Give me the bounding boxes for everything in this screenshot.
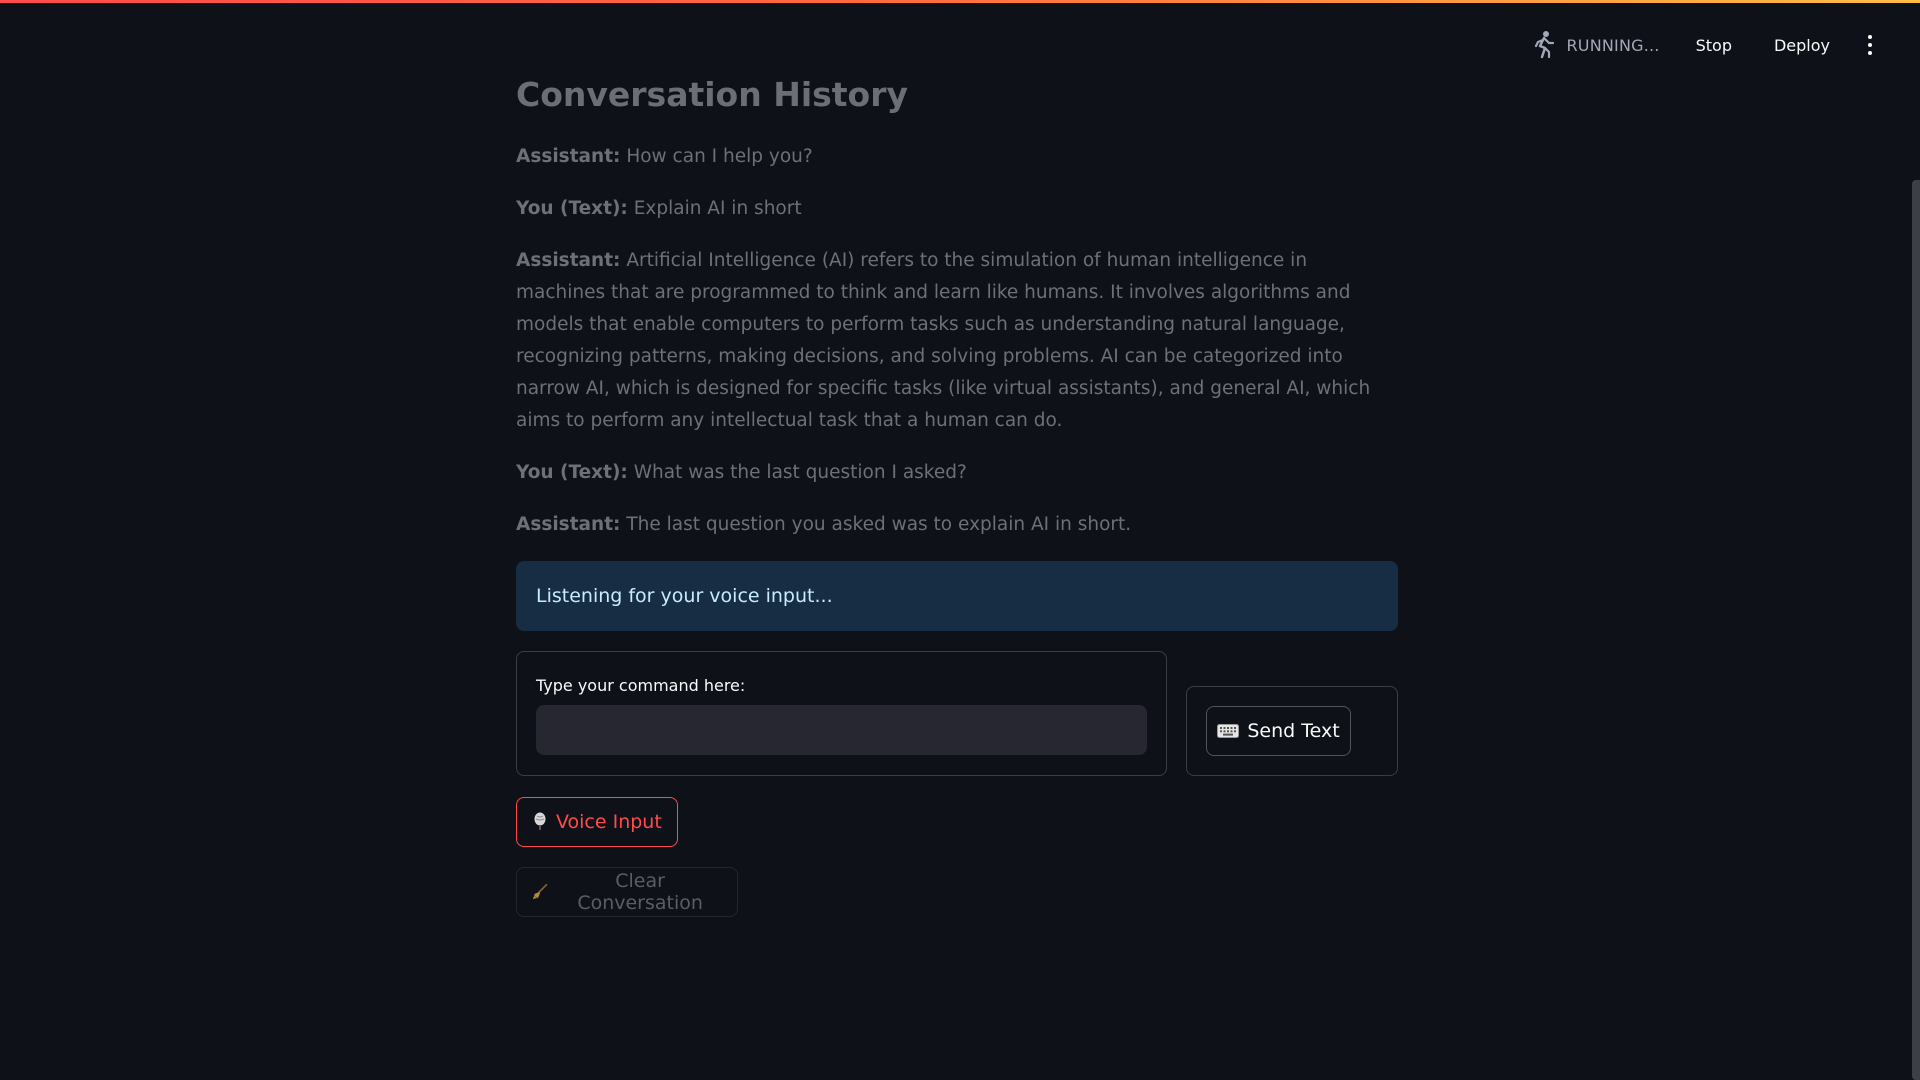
page-title: Conversation History (516, 75, 909, 114)
command-input-label: Type your command here: (536, 676, 746, 695)
message-text: How can I help you? (620, 146, 813, 167)
message-speaker: Assistant: (516, 146, 621, 167)
microphone-icon (534, 812, 546, 830)
listening-info-alert: Listening for your voice input... (516, 561, 1398, 631)
status-text: RUNNING... (1566, 35, 1660, 55)
page-scrollbar[interactable] (1912, 180, 1920, 1080)
message-text: Artificial Intelligence (AI) refers to t… (516, 250, 1371, 431)
voice-input-button[interactable]: Voice Input (516, 797, 678, 847)
message-text: The last question you asked was to expla… (620, 514, 1132, 535)
clear-conversation-label: Clear Conversation (577, 870, 703, 914)
message-speaker: Assistant: (516, 250, 621, 271)
message-item: Assistant: How can I help you? (516, 141, 1398, 173)
message-text: What was the last question I asked? (627, 462, 967, 483)
send-text-button[interactable]: Send Text (1206, 706, 1351, 756)
input-row: Type your command here: Send Text (516, 651, 1398, 776)
running-man-icon (1535, 31, 1555, 59)
send-card: Send Text (1186, 686, 1398, 776)
message-item: You (Text): What was the last question I… (516, 457, 1398, 489)
message-text: Explain AI in short (627, 198, 802, 219)
message-speaker: Assistant: (516, 514, 621, 535)
voice-input-label: Voice Input (556, 811, 662, 833)
keyboard-icon (1217, 724, 1240, 738)
command-input-card: Type your command here: (516, 651, 1167, 776)
broom-icon (532, 883, 548, 900)
clear-conversation-button[interactable]: Clear Conversation (516, 867, 738, 917)
kebab-menu-icon[interactable] (1858, 28, 1882, 62)
message-item: You (Text): Explain AI in short (516, 193, 1398, 225)
running-status: RUNNING... (1530, 30, 1659, 60)
message-speaker: You (Text): (516, 198, 628, 219)
message-item: Assistant: The last question you asked w… (516, 509, 1398, 541)
deploy-button[interactable]: Deploy (1764, 30, 1840, 61)
main-content: Conversation History Assistant: How can … (516, 74, 1398, 917)
stop-button[interactable]: Stop (1686, 30, 1742, 61)
top-decoration-stripe (0, 0, 1920, 3)
message-speaker: You (Text): (516, 462, 628, 483)
app-toolbar: RUNNING... Stop Deploy (1530, 28, 1882, 62)
command-input[interactable] (536, 705, 1147, 755)
send-text-label: Send Text (1247, 720, 1340, 742)
message-item: Assistant: Artificial Intelligence (AI) … (516, 245, 1398, 437)
